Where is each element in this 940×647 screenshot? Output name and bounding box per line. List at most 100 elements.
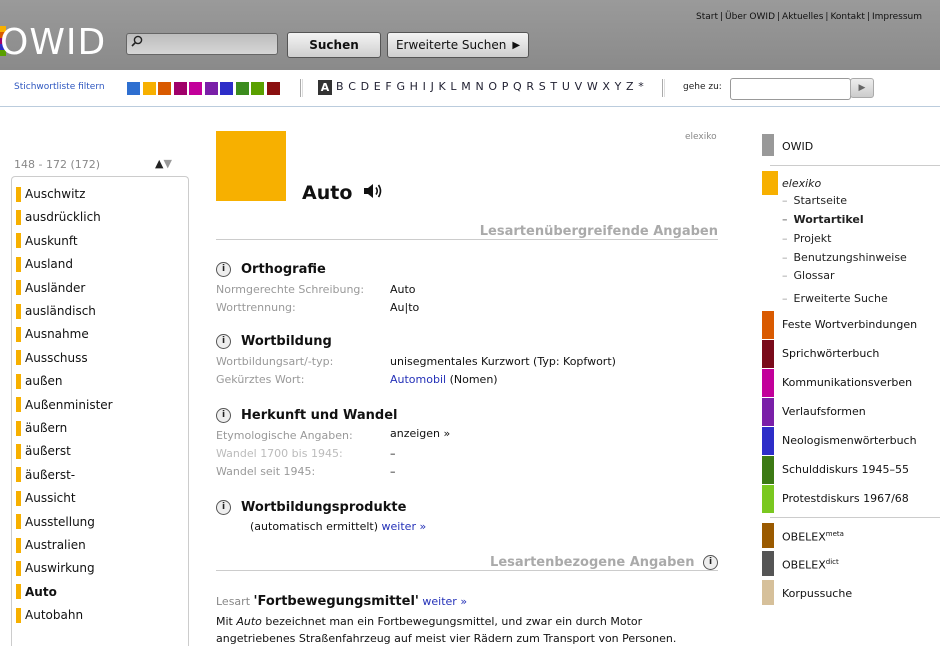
- orthografie-title[interactable]: i Orthografie: [216, 262, 326, 277]
- nav-dictionary-item[interactable]: Verlaufsformen: [762, 398, 940, 426]
- filter-swatch-8[interactable]: [235, 82, 249, 95]
- owid-logo[interactable]: OWID: [0, 22, 106, 63]
- elexiko-marker: [16, 514, 21, 530]
- word-list-item[interactable]: äußerst: [16, 442, 71, 460]
- specific-heading: Lesartenbezogene Angaben i: [216, 555, 718, 571]
- filter-swatch-6[interactable]: [204, 82, 218, 95]
- nav-dictionary-item[interactable]: Feste Wortverbindungen: [762, 311, 940, 339]
- alphabet-links[interactable]: B C D E F G H I J K L M N O P Q R S T U …: [336, 80, 644, 93]
- word-list-item[interactable]: Australien: [16, 536, 86, 554]
- letter-a-active[interactable]: A: [318, 80, 332, 95]
- advanced-search-button[interactable]: Erweiterte Suchen ▶: [387, 32, 529, 58]
- top-links: Start | Über OWID | Aktuelles | Kontakt | Impres…: [694, 12, 924, 22]
- word-label: Autobahn: [25, 608, 84, 623]
- word-list-item[interactable]: äußern: [16, 419, 67, 437]
- link-impressum[interactable]: Impressum: [870, 12, 924, 22]
- nav-label: Kommunikationsverben: [782, 376, 913, 389]
- nav-dictionary-item[interactable]: Kommunikationsverben: [762, 369, 940, 397]
- filter-swatch-4[interactable]: [173, 82, 187, 95]
- nav-korpussuche[interactable]: Korpussuche: [762, 580, 940, 605]
- filter-swatch-2[interactable]: [142, 82, 156, 95]
- info-icon: i: [216, 262, 231, 277]
- word-list-item[interactable]: Aussicht: [16, 489, 76, 507]
- anzeigen-link[interactable]: anzeigen »: [390, 427, 450, 440]
- elexiko-marker: [16, 397, 21, 413]
- word-list-item[interactable]: Ausschuss: [16, 349, 88, 367]
- word-list-item[interactable]: außen: [16, 372, 63, 390]
- general-heading-text: Lesartenübergreifende Angaben: [479, 224, 718, 239]
- value: Auto: [390, 283, 416, 296]
- label: Wortbildungsart/-typ:: [216, 355, 334, 368]
- search-box[interactable]: [126, 33, 278, 55]
- search-button[interactable]: Suchen: [287, 32, 381, 58]
- nav-dictionary-item[interactable]: Schulddiskurs 1945–55: [762, 456, 940, 484]
- info-icon: i: [216, 334, 231, 349]
- word-label: Ausnahme: [25, 327, 89, 342]
- word-list-item[interactable]: Ausstellung: [16, 513, 95, 531]
- link-kontakt[interactable]: Kontakt: [828, 12, 866, 22]
- elexiko-sub-item[interactable]: – Erweiterte Suche: [782, 292, 888, 305]
- word-label: äußern: [25, 421, 68, 435]
- elexiko-sub-item[interactable]: – Glossar: [782, 269, 835, 282]
- speaker-icon[interactable]: [362, 181, 384, 201]
- word-list-item[interactable]: Ausnahme: [16, 325, 89, 343]
- elexiko-sub-item[interactable]: – Projekt: [782, 232, 831, 245]
- weiter-link[interactable]: weiter »: [382, 520, 427, 533]
- filter-swatch-9[interactable]: [251, 82, 264, 95]
- search-input[interactable]: [149, 35, 275, 53]
- value: Au|to: [390, 301, 420, 314]
- filter-swatch-7[interactable]: [220, 82, 233, 95]
- sort-down-icon[interactable]: ▼: [163, 157, 171, 170]
- nav-obelex-dict[interactable]: OBELEXdict: [762, 551, 940, 576]
- label: Wandel seit 1945:: [216, 465, 316, 478]
- word-list-item[interactable]: ausländisch: [16, 302, 96, 320]
- goto-input[interactable]: [730, 78, 851, 100]
- filter-swatch-10[interactable]: [266, 82, 280, 95]
- link-ueber-owid[interactable]: Über OWID: [723, 12, 777, 22]
- word-label: Australien: [25, 538, 86, 552]
- elexiko-sub-item[interactable]: – Wortartikel: [782, 213, 864, 226]
- wortbildung-title[interactable]: i Wortbildung: [216, 334, 332, 349]
- link-start[interactable]: Start: [694, 12, 720, 22]
- nav-owid[interactable]: OWID: [762, 134, 940, 156]
- info-icon: i: [216, 408, 231, 423]
- nav-elexiko[interactable]: elexiko: [782, 177, 821, 190]
- sort-arrows[interactable]: ▲▼: [155, 157, 172, 170]
- word-list-item[interactable]: Autobahn: [16, 606, 83, 624]
- filter-swatch-5[interactable]: [189, 82, 202, 95]
- word-list-item[interactable]: Ausländer: [16, 279, 85, 297]
- filter-swatch-1[interactable]: [127, 82, 140, 95]
- word-list-item[interactable]: Außenminister: [16, 396, 113, 414]
- nav-dictionary-item[interactable]: Protestdiskurs 1967/68: [762, 485, 940, 513]
- color-bar: [762, 427, 774, 455]
- elexiko-sub-item[interactable]: – Benutzungshinweise: [782, 251, 907, 264]
- elexiko-marker: [16, 607, 21, 623]
- lesart-title: 'Fortbewegungsmittel': [253, 594, 419, 609]
- nav-obelex-meta[interactable]: OBELEXmeta: [762, 523, 940, 548]
- produkte-title[interactable]: i Wortbildungsprodukte: [216, 500, 406, 515]
- nav-dictionary-item[interactable]: Neologismenwörterbuch: [762, 427, 940, 455]
- word-list-item[interactable]: ausdrücklich: [16, 208, 101, 226]
- automobil-link[interactable]: Automobil: [390, 373, 446, 386]
- elexiko-sub-item[interactable]: – Startseite: [782, 194, 847, 207]
- color-bar: [762, 369, 774, 397]
- color-bar: [762, 398, 774, 426]
- nav-dictionary-item[interactable]: Sprichwörterbuch: [762, 340, 940, 368]
- word-list-item[interactable]: Ausland: [16, 255, 73, 273]
- color-bar: [762, 456, 774, 484]
- word-list-item[interactable]: Auswirkung: [16, 559, 95, 577]
- word-list-item[interactable]: Auskunft: [16, 232, 78, 250]
- divider: [770, 517, 940, 518]
- filter-label[interactable]: Stichwortliste filtern: [14, 82, 105, 92]
- elexiko-marker: [16, 584, 21, 600]
- row-produkte: (automatisch ermittelt) weiter »: [250, 520, 750, 533]
- info-icon[interactable]: i: [703, 555, 718, 570]
- word-list-item[interactable]: äußerst-: [16, 466, 75, 484]
- herkunft-title[interactable]: i Herkunft und Wandel: [216, 408, 397, 423]
- lesart-weiter-link[interactable]: weiter »: [422, 595, 467, 608]
- word-list-item[interactable]: Auschwitz: [16, 185, 85, 203]
- link-aktuelles[interactable]: Aktuelles: [780, 12, 825, 22]
- goto-button[interactable]: ▶: [850, 78, 874, 98]
- filter-swatch-3[interactable]: [158, 82, 171, 95]
- word-list-item[interactable]: Auto: [16, 583, 57, 601]
